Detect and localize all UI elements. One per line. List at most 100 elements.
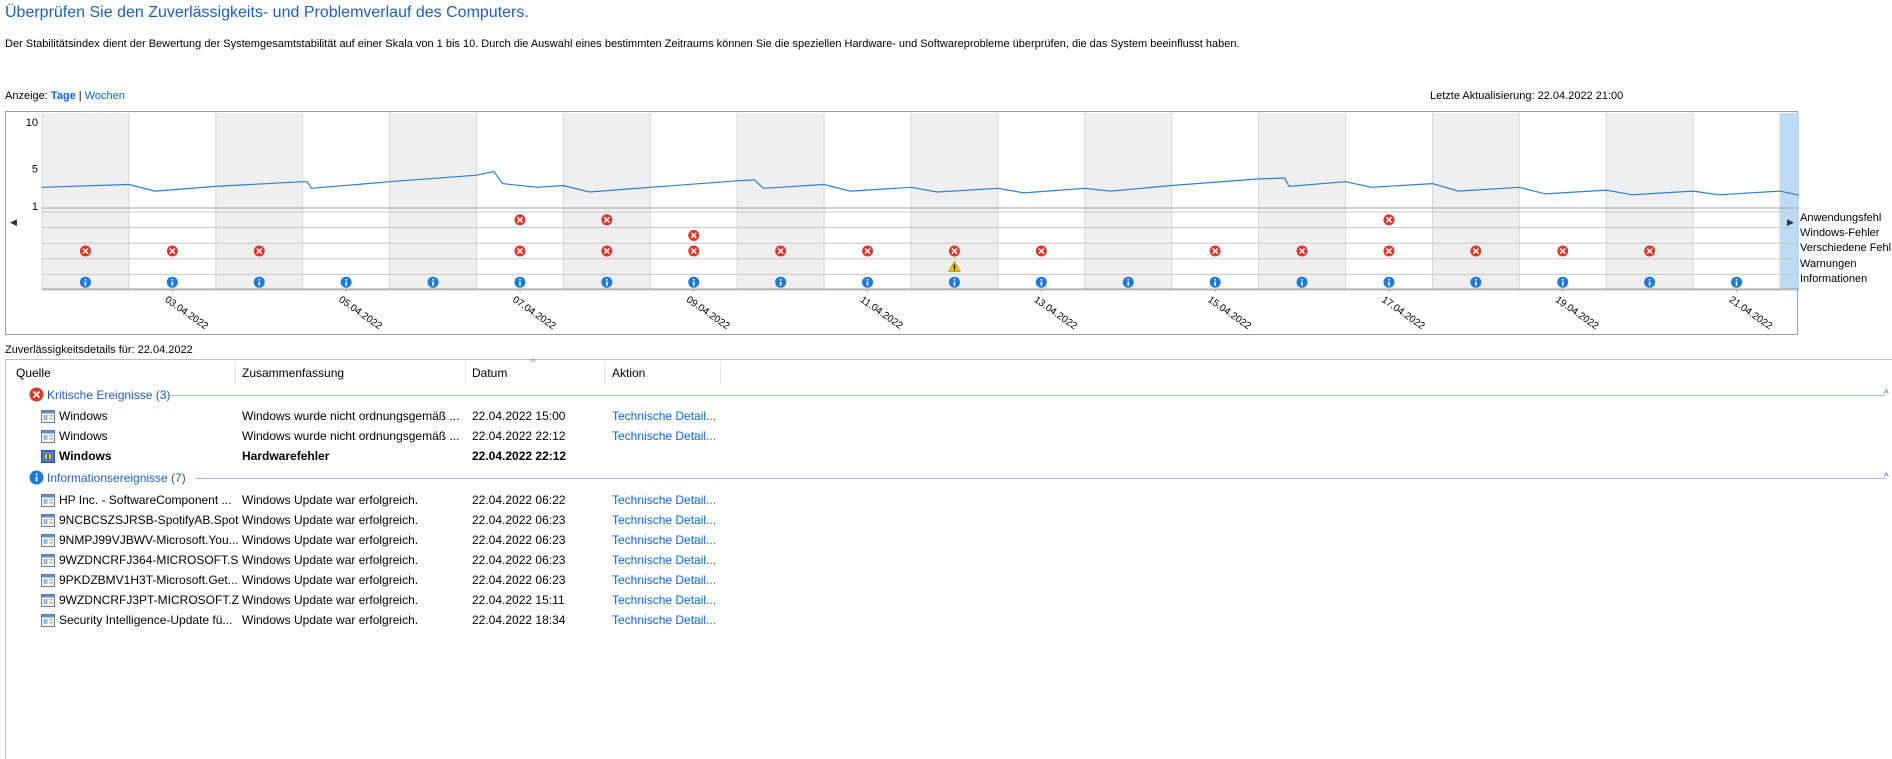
row-summary: Hardwarefehler (242, 449, 330, 463)
technical-details-link[interactable]: Technische Detail... (612, 593, 732, 607)
collapse-icon[interactable]: ^ (1884, 472, 1889, 483)
row-source: Windows (59, 449, 112, 463)
info-icon-dot (432, 278, 434, 281)
chart-column-09.04.2022[interactable] (650, 113, 738, 289)
column-header-date[interactable]: Datum (472, 366, 507, 380)
view-days-link[interactable]: Tage (51, 90, 76, 102)
technical-details-link[interactable]: Technische Detail... (612, 513, 732, 527)
column-header-action[interactable]: Aktion (612, 366, 645, 380)
info-icon-bar (953, 281, 956, 286)
y-tick-label: 5 (32, 164, 38, 176)
chart-column-08.04.2022[interactable] (563, 113, 651, 289)
warning-icon-mark (953, 264, 956, 269)
view-label: Anzeige: (5, 90, 48, 102)
x-tick-label: 21.04.2022 (1727, 294, 1775, 332)
chart-column-03.04.2022[interactable] (128, 113, 216, 289)
column-divider[interactable] (235, 361, 236, 385)
info-icon-bar (1648, 281, 1651, 286)
technical-details-link[interactable]: Technische Detail... (612, 533, 732, 547)
y-tick-label: 1 (32, 201, 38, 213)
reliability-chart-svg: 10 5 1 03.04.2022 05.04.2022 07.04.2022 09.04.… (26, 113, 1799, 332)
table-row[interactable]: Windows Hardwarefehler 22.04.2022 22:12 (40, 446, 740, 466)
row-summary: Windows Update war erfolgreich. (242, 573, 419, 587)
collapse-icon[interactable]: ^ (1884, 389, 1889, 400)
legend-application-errors: Anwendungsfehl (1800, 212, 1882, 224)
view-switcher: Anzeige: Tage | Wochen (5, 90, 125, 102)
chart-column-02.04.2022[interactable] (42, 113, 129, 289)
chart-column-05.04.2022[interactable] (302, 113, 390, 289)
chart-column-20.04.2022[interactable] (1606, 113, 1694, 289)
chart-column-19.04.2022[interactable] (1519, 113, 1607, 289)
column-divider[interactable] (604, 361, 605, 385)
table-row[interactable]: 9WZDNCRFJ364-MICROSOFT.S... Windows Updat… (40, 550, 740, 570)
scroll-left-icon[interactable]: ◀ (10, 217, 17, 228)
chart-column-06.04.2022[interactable] (389, 113, 477, 289)
technical-details-link[interactable]: Technische Detail... (612, 613, 732, 627)
chart-column-10.04.2022[interactable] (737, 113, 825, 289)
chart-column-11.04.2022[interactable] (824, 113, 911, 289)
group-header-information[interactable]: Informationsereignisse (7) (47, 471, 186, 485)
chart-column-22.04.2022[interactable] (1780, 113, 1799, 289)
column-header-source[interactable]: Quelle (16, 366, 51, 380)
x-tick-label: 19.04.2022 (1553, 294, 1601, 332)
chart-column-18.04.2022[interactable] (1432, 113, 1520, 289)
chart-column-16.04.2022[interactable] (1258, 113, 1346, 289)
chart-column-14.04.2022[interactable] (1084, 113, 1172, 289)
scroll-right-icon[interactable]: ▶ (1787, 217, 1794, 228)
info-icon-dot (1127, 278, 1130, 281)
critical-error-icon (29, 387, 44, 402)
chart-column-04.04.2022[interactable] (215, 113, 303, 289)
window-icon (41, 594, 55, 607)
table-row[interactable]: 9WZDNCRFJ3PT-MICROSOFT.Z... Windows Updat… (40, 590, 740, 610)
table-row[interactable]: 9NCBCSZSJRSB-SpotifyAB.Spot... Windows Up… (40, 510, 740, 530)
info-icon-dot (1735, 278, 1738, 281)
column-header-summary[interactable]: Zusammenfassung (242, 366, 344, 380)
table-row[interactable]: Windows Windows wurde nicht ordnungsgemäß… (40, 406, 740, 426)
technical-details-link[interactable]: Technische Detail... (612, 553, 732, 567)
sort-ascending-icon: ^ (531, 357, 536, 367)
legend-misc-errors: Verschiedene Fehl (1800, 242, 1892, 254)
info-icon-bar (258, 281, 261, 286)
info-icon-bar (171, 281, 174, 286)
row-date: 22.04.2022 06:23 (472, 533, 566, 547)
group-divider (195, 478, 1885, 479)
info-icon-dot (779, 278, 782, 281)
table-row[interactable]: HP Inc. - SoftwareComponent ... Windows U… (40, 490, 740, 510)
row-date: 22.04.2022 22:12 (472, 429, 566, 443)
chart-column-21.04.2022[interactable] (1693, 113, 1780, 289)
legend-windows-errors: Windows-Fehler (1800, 227, 1880, 239)
info-icon-bar (692, 281, 695, 286)
info-icon-bar (1127, 281, 1130, 286)
column-divider[interactable] (465, 361, 466, 385)
reliability-chart[interactable]: 10 5 1 03.04.2022 05.04.2022 07.04.2022 09.04.… (5, 111, 1799, 335)
table-row[interactable]: Security Intelligence-Update fü... Window… (40, 610, 740, 630)
chart-column-13.04.2022[interactable] (997, 113, 1085, 289)
row-summary: Windows Update war erfolgreich. (242, 533, 419, 547)
chart-column-17.04.2022[interactable] (1345, 113, 1433, 289)
info-icon-dot (692, 278, 695, 281)
window-icon (41, 534, 55, 547)
row-source: 9WZDNCRFJ3PT-MICROSOFT.Z... (59, 593, 239, 607)
window-icon (41, 514, 55, 527)
table-row[interactable]: 9PKDZBMV1H3T-Microsoft.Get... Windows Upd… (40, 570, 740, 590)
row-date: 22.04.2022 18:34 (472, 613, 566, 627)
window-icon (41, 574, 55, 587)
x-tick-label: 11.04.2022 (858, 294, 905, 332)
row-date: 22.04.2022 06:23 (472, 573, 566, 587)
info-icon-dot (606, 278, 608, 281)
column-divider[interactable] (720, 361, 721, 385)
page-description: Der Stabilitätsindex dient der Bewertung… (5, 38, 1240, 50)
info-icon-dot (866, 278, 869, 281)
technical-details-link[interactable]: Technische Detail... (612, 493, 732, 507)
technical-details-link[interactable]: Technische Detail... (612, 573, 732, 587)
view-weeks-link[interactable]: Wochen (85, 90, 125, 102)
chart-column-07.04.2022[interactable] (476, 113, 564, 289)
table-row[interactable]: Windows Windows wurde nicht ordnungsgemäß… (40, 426, 740, 446)
group-header-critical[interactable]: Kritische Ereignisse (3) (47, 388, 170, 402)
row-date: 22.04.2022 15:11 (472, 593, 565, 607)
info-icon-bar (779, 281, 782, 286)
chart-column-15.04.2022[interactable] (1171, 113, 1259, 289)
technical-details-link[interactable]: Technische Detail... (612, 409, 732, 423)
technical-details-link[interactable]: Technische Detail... (612, 429, 732, 443)
table-row[interactable]: 9NMPJ99VJBWV-Microsoft.You... Windows Upd… (40, 530, 740, 550)
